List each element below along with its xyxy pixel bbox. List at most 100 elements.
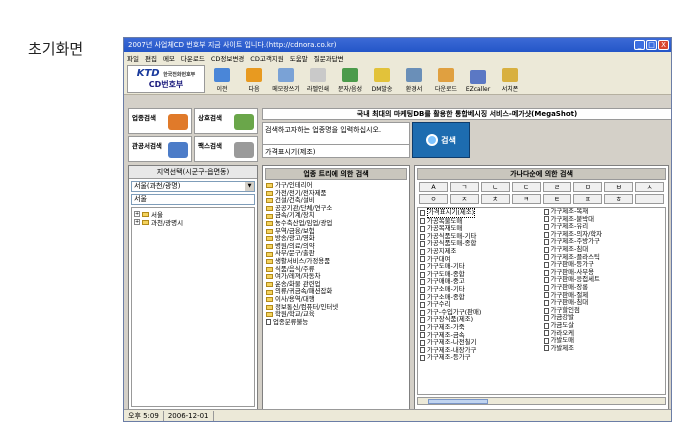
folder-icon (266, 198, 273, 204)
consonant-key[interactable]: ㅈ (449, 194, 479, 204)
consonant-key[interactable]: ㅊ (480, 194, 510, 204)
document-icon (543, 345, 549, 352)
consonant-key[interactable]: ㅇ (419, 194, 448, 204)
toolbar-button-2[interactable]: 메모장쓰기 (271, 65, 301, 93)
document-icon (543, 208, 549, 215)
industry-list-item[interactable]: 가구제조-등가구 (420, 354, 542, 362)
company-search-label: 상호검색 (198, 114, 222, 122)
toolbar-label: 이전 (216, 85, 228, 93)
alpha-search-header: 가나다순에 의한 검색 (417, 168, 666, 180)
toolbar-button-0[interactable]: 이전 (207, 65, 237, 93)
document-icon (420, 294, 425, 301)
chevron-down-icon[interactable]: ▼ (245, 182, 254, 191)
toolbar-button-1[interactable]: 다음 (239, 65, 269, 93)
menu-download[interactable]: 다운로드 (181, 53, 205, 63)
search-button-label: 검색 (441, 135, 456, 145)
document-icon (420, 286, 425, 293)
megashot-banner[interactable]: 국내 최대의 마케팅DB를 활용한 통합베시징 서비스-메가샷(MegaShot… (262, 108, 671, 120)
logo-name: CD번호부 (148, 79, 184, 89)
tree-item-gwacheon[interactable]: + 과천/광명시 (134, 218, 252, 227)
toolbar-button-9[interactable]: 서치폰 (495, 65, 525, 93)
toolbar-label: DM발송 (371, 85, 393, 93)
company-search-button[interactable]: 상호검색 (194, 108, 258, 134)
industry-search-button[interactable]: 업종검색 (128, 108, 192, 134)
consonant-key[interactable]: ㅂ (604, 182, 634, 192)
document-icon (420, 233, 425, 240)
folder-icon (266, 206, 273, 212)
document-icon (543, 315, 549, 322)
search-input[interactable]: 가격표시기(제조) (263, 144, 409, 157)
consonant-key[interactable]: ㅎ (604, 194, 634, 204)
toolbar-icon (374, 67, 390, 82)
toolbar-button-3[interactable]: 라벨인쇄 (303, 65, 333, 93)
tree-category-item[interactable]: 업종분류불능 (266, 317, 406, 327)
toolbar-button-6[interactable]: 환경서 (399, 65, 429, 93)
toolbar-icon (278, 67, 294, 82)
status-date: 2006-12-01 (164, 410, 214, 421)
industry-list-label: 가발제조 (550, 343, 575, 352)
status-time: 오후 5:09 (124, 410, 164, 421)
toolbar-label: 메모장쓰기 (272, 85, 300, 93)
alpha-search-panel: 가나다순에 의한 검색 Aㄱㄴㄷㄹㅁㅂㅅㅇㅈㅊㅋㅌㅍㅎ 가격표시기(제조) 가공목… (414, 165, 669, 410)
consonant-key[interactable]: ㅌ (542, 194, 572, 204)
consonant-key[interactable]: ㄷ (511, 182, 541, 192)
menu-help[interactable]: 도움말 (290, 53, 308, 63)
region-input[interactable]: 서울 (131, 194, 255, 205)
region-select[interactable]: 서울(과천/광명) ▼ (131, 181, 255, 192)
scroll-thumb[interactable] (428, 399, 488, 404)
office-search-button[interactable]: 관공서검색 (128, 136, 192, 162)
fax-search-button[interactable]: 팩스검색 (194, 136, 258, 162)
search-area: 업종검색 상호검색 관공서검색 팩스검색 국내 최대의 마케팅DB를 활용한 통… (124, 106, 671, 163)
menu-cd-change[interactable]: CD정보변경 (211, 53, 244, 63)
expand-icon[interactable]: + (134, 211, 140, 217)
document-icon (420, 317, 425, 324)
expand-icon[interactable]: + (134, 219, 140, 225)
consonant-key[interactable]: ㄹ (542, 182, 572, 192)
fax-search-label: 팩스검색 (198, 142, 222, 150)
search-button[interactable]: 검색 (412, 122, 470, 158)
toolbar-button-4[interactable]: 문자/음성 (335, 65, 365, 93)
menu-edit[interactable]: 편집 (145, 53, 157, 63)
consonant-key[interactable]: ㄴ (480, 182, 510, 192)
folder-icon (266, 259, 273, 265)
industry-list-item[interactable]: 가발제조 (543, 343, 666, 353)
consonant-key[interactable] (635, 194, 664, 204)
minimize-button[interactable]: _ (634, 40, 645, 50)
menu-cd-support[interactable]: CD고객지원 (250, 53, 283, 63)
document-icon (420, 332, 425, 339)
fax-icon (234, 142, 254, 158)
folder-icon (266, 228, 273, 234)
horizontal-scrollbar[interactable] (417, 397, 666, 405)
document-icon (420, 248, 425, 255)
document-icon (420, 324, 425, 331)
maximize-button[interactable]: □ (646, 40, 657, 50)
close-button[interactable]: X (658, 40, 669, 50)
toolbar-button-7[interactable]: 다운로드 (431, 65, 461, 93)
toolbar: KTD 한국전화번호부 CD번호부 이전 다음 메모장쓰기 라벨인쇄 문자/음성 DM발송… (124, 63, 671, 95)
toolbar-label: 다음 (248, 85, 260, 93)
toolbar-label: EZcaller (465, 85, 491, 93)
folder-icon (266, 236, 273, 242)
menu-qna[interactable]: 질문과답변 (314, 53, 344, 63)
consonant-key[interactable]: ㅋ (511, 194, 541, 204)
tree-category-label: 업종분류불능 (273, 317, 309, 326)
toolbar-button-8[interactable]: EZcaller (463, 65, 493, 93)
region-select-value: 서울(과천/광명) (134, 182, 181, 190)
office-search-label: 관공서검색 (132, 142, 162, 150)
document-icon (543, 307, 549, 314)
consonant-key[interactable]: A (419, 182, 448, 192)
toolbar-button-5[interactable]: DM발송 (367, 65, 397, 93)
consonant-key[interactable]: ㄱ (449, 182, 479, 192)
app-logo: KTD 한국전화번호부 CD번호부 (127, 64, 205, 93)
menu-memo[interactable]: 메모 (163, 53, 175, 63)
consonant-key[interactable]: ㅍ (573, 194, 603, 204)
document-icon (420, 301, 425, 308)
document-icon (420, 309, 425, 316)
menu-file[interactable]: 파일 (127, 53, 139, 63)
document-icon (543, 322, 549, 329)
toolbar-icon (438, 67, 454, 82)
consonant-key[interactable]: ㅁ (573, 182, 603, 192)
document-icon (543, 292, 549, 299)
industry-icon (168, 114, 188, 130)
consonant-key[interactable]: ㅅ (635, 182, 664, 192)
